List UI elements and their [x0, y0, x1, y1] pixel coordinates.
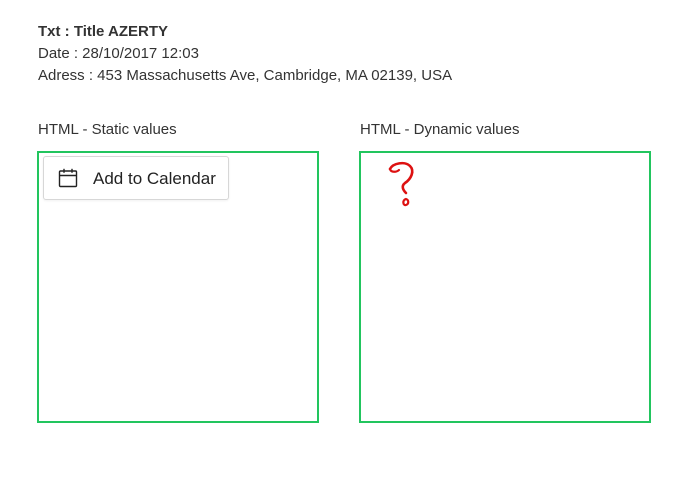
- static-values-panel: Add to Calendar: [37, 151, 319, 423]
- add-to-calendar-label: Add to Calendar: [93, 169, 216, 188]
- event-info: Txt : Title AZERTY Date : 28/10/2017 12:…: [38, 21, 452, 87]
- calendar-icon: [58, 168, 78, 188]
- dynamic-values-label: HTML - Dynamic values: [360, 121, 520, 138]
- add-to-calendar-button[interactable]: Add to Calendar: [43, 156, 229, 200]
- dynamic-values-panel: [359, 151, 651, 423]
- event-date: Date : 28/10/2017 12:03: [38, 45, 199, 62]
- static-values-label: HTML - Static values: [38, 121, 177, 138]
- question-mark-icon: [388, 161, 414, 207]
- event-title: Txt : Title AZERTY: [38, 23, 169, 40]
- event-address: Adress : 453 Massachusetts Ave, Cambridg…: [38, 67, 453, 84]
